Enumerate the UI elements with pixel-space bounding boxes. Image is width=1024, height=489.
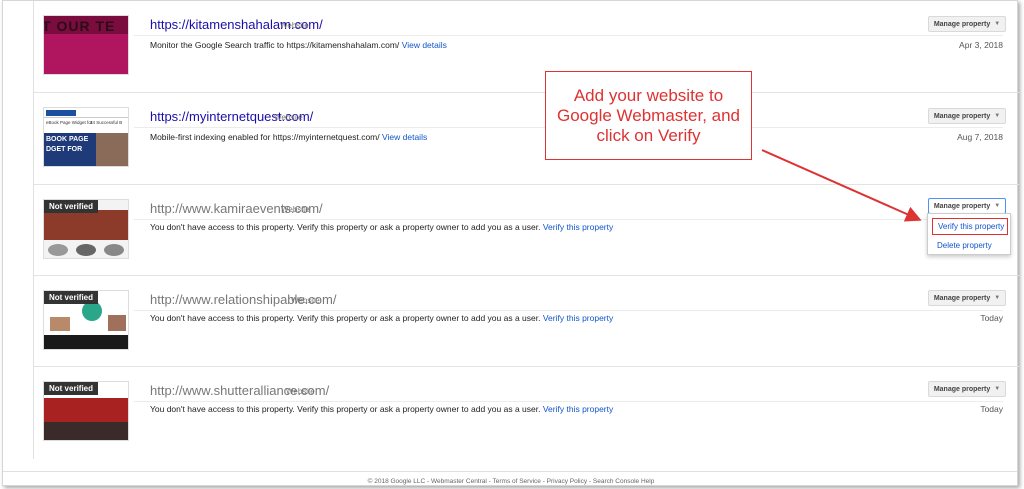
- annotation-arrow-icon: [761, 149, 922, 222]
